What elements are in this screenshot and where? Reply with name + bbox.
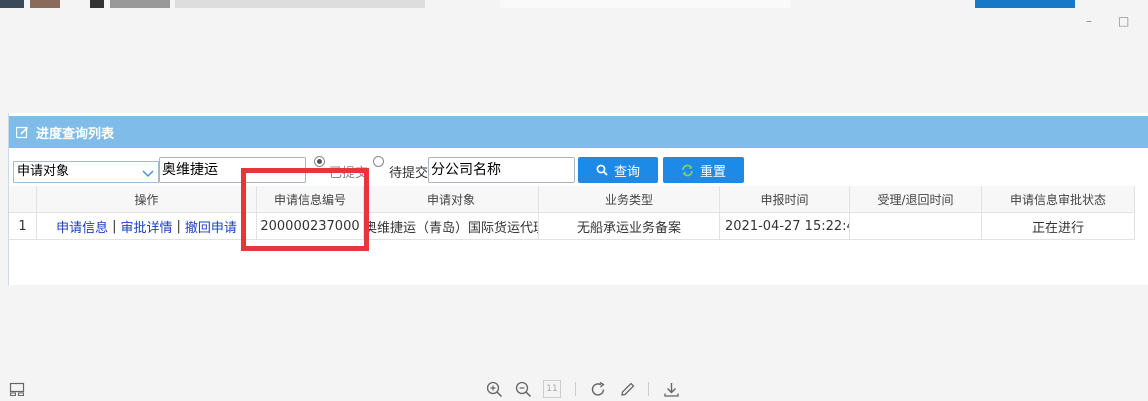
table-row[interactable]: 1 申请信息 | 审批详情 | 撤回申请 200000237000 奥维捷运（青… <box>9 213 1135 240</box>
accept-time-cell <box>850 213 982 240</box>
rotate-icon[interactable] <box>589 380 607 398</box>
layout-icon[interactable] <box>8 380 26 398</box>
progress-query-panel: 进度查询列表 申请对象 奥维捷运 已提交 待提交 分公司名称 查询 重置 操作 … <box>8 113 1148 285</box>
reset-button[interactable]: 重置 <box>663 157 744 183</box>
refresh-icon <box>681 164 694 177</box>
separator: | <box>112 218 117 234</box>
separator: | <box>176 218 181 234</box>
field-select-value: 申请对象 <box>17 164 70 179</box>
radio-pending-label: 待提交 <box>389 166 429 181</box>
edit-icon <box>16 126 29 139</box>
page-icon[interactable]: 11 <box>543 380 561 398</box>
business-type-cell: 无船承运业务备案 <box>539 213 720 240</box>
header-cell: 业务类型 <box>539 186 720 213</box>
panel-title: 进度查询列表 <box>36 126 115 142</box>
zoom-in-icon[interactable] <box>485 380 503 398</box>
red-highlight-box <box>241 168 369 251</box>
restore-icon[interactable]: □ <box>1118 14 1129 28</box>
report-time-cell: 2021-04-27 15:22:45 <box>720 213 850 240</box>
pen-icon[interactable] <box>618 380 636 398</box>
view-application-link[interactable]: 申请信息 <box>56 217 108 236</box>
header-cell: 受理/退回时间 <box>850 186 982 213</box>
field-select[interactable]: 申请对象 <box>13 161 159 183</box>
thumb-strip <box>975 0 1075 8</box>
table-header-row: 操作 申请信息编号 申请对象 业务类型 申报时间 受理/退回时间 申请信息审批状… <box>9 186 1135 213</box>
row-actions: 申请信息 | 审批详情 | 撤回申请 <box>37 213 257 240</box>
row-index: 1 <box>9 213 37 240</box>
approval-status-cell: 正在进行 <box>982 213 1135 240</box>
thumb-strip <box>90 0 104 8</box>
bottom-toolbar: 11 <box>0 374 1148 401</box>
withdraw-application-link[interactable]: 撤回申请 <box>185 217 237 236</box>
thumb-strip <box>0 0 24 8</box>
radio-submitted[interactable] <box>314 156 325 167</box>
search-icon <box>596 164 608 176</box>
header-cell: 操作 <box>37 186 257 213</box>
thumb-strip <box>175 0 425 8</box>
minimize-icon[interactable]: – <box>1086 14 1092 28</box>
chevron-down-icon <box>142 166 154 178</box>
top-strip <box>0 0 1148 8</box>
toolbar-divider <box>575 382 576 396</box>
thumb-strip <box>30 0 60 8</box>
approval-details-link[interactable]: 审批详情 <box>120 217 172 236</box>
header-cell: 申请信息审批状态 <box>982 186 1135 213</box>
thumb-strip <box>110 0 170 8</box>
query-button-label: 查询 <box>613 164 640 180</box>
header-cell: 申报时间 <box>720 186 850 213</box>
header-cell: 申请对象 <box>364 186 539 213</box>
applicant-cell: 奥维捷运（青岛）国际货运代理有限公司 <box>364 213 539 240</box>
panel-header: 进度查询列表 <box>9 116 1148 148</box>
header-index <box>9 186 37 213</box>
reset-button-label: 重置 <box>699 164 726 180</box>
zoom-out-icon[interactable] <box>514 380 532 398</box>
download-icon[interactable] <box>662 380 680 398</box>
toolbar-divider <box>648 382 649 396</box>
search-toolbar: 申请对象 奥维捷运 已提交 待提交 分公司名称 查询 重置 <box>9 153 1148 187</box>
radio-pending[interactable] <box>373 156 384 167</box>
branch-name-input[interactable]: 分公司名称 <box>428 157 575 183</box>
thumb-strip <box>500 0 790 8</box>
query-button[interactable]: 查询 <box>578 157 658 183</box>
